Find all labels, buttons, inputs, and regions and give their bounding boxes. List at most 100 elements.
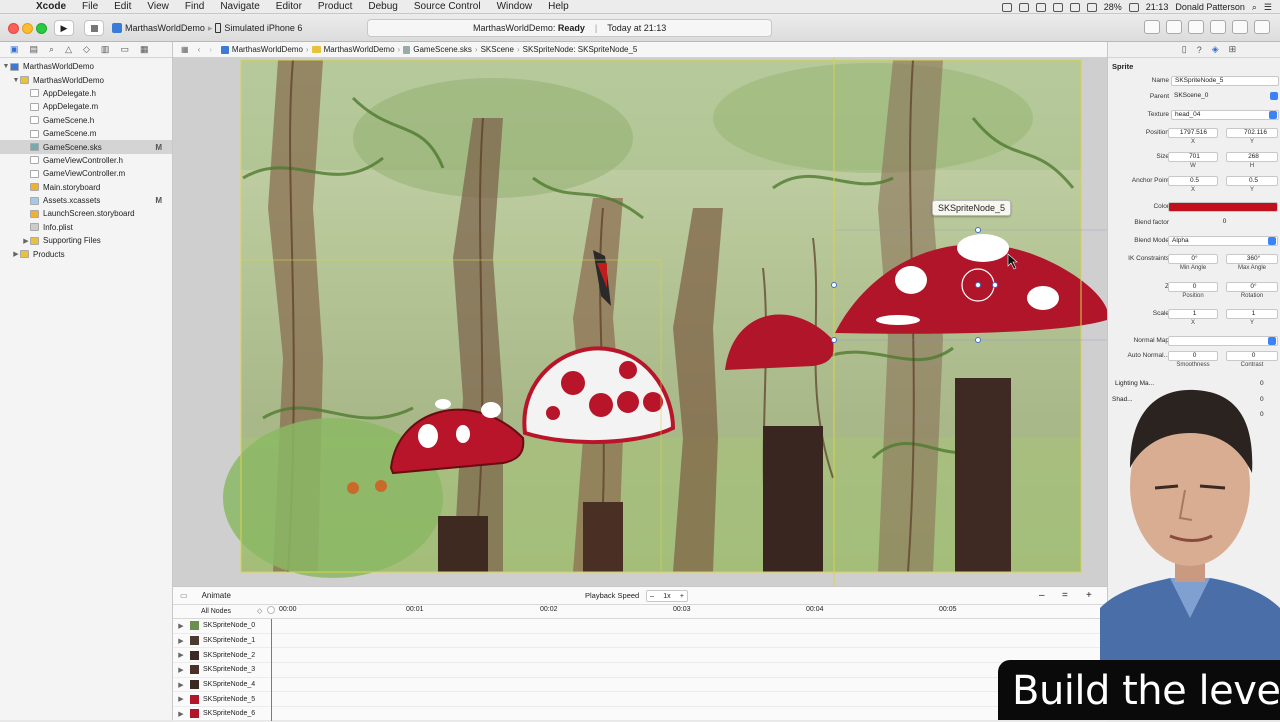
resize-handle-top[interactable] <box>975 227 981 233</box>
screen-icon[interactable] <box>1001 2 1012 12</box>
resize-handle-left[interactable] <box>831 282 837 288</box>
user-name[interactable]: Donald Patterson <box>1175 2 1245 12</box>
timeline-row[interactable]: ▶ SKSpriteNode_2 <box>173 648 1107 664</box>
timeline-row[interactable]: ▶ SKSpriteNode_5 <box>173 692 1107 708</box>
menu-help[interactable]: Help <box>540 1 577 12</box>
menu-navigate[interactable]: Navigate <box>212 1 267 12</box>
disclosure-closed-icon[interactable]: ▶ <box>176 695 186 703</box>
related-items-icon[interactable]: ▦ <box>181 45 189 54</box>
scale-y-field[interactable]: 1 <box>1226 309 1278 319</box>
quick-help-icon[interactable]: ? <box>1197 45 1202 55</box>
folder-icon[interactable]: ▣ <box>10 44 19 55</box>
disclosure-closed-icon[interactable]: ▶ <box>176 637 186 645</box>
wifi-icon[interactable] <box>1069 2 1080 12</box>
name-field[interactable]: SKSpriteNode_5 <box>1171 76 1279 86</box>
navigator-item[interactable]: Info.plist <box>0 221 172 234</box>
disclosure-open-icon[interactable]: ▼ <box>12 77 20 84</box>
menu-source-control[interactable]: Source Control <box>406 1 489 12</box>
navigator-item[interactable]: Assets.xcassets M <box>0 194 172 207</box>
size-w-field[interactable]: 701 <box>1168 152 1218 162</box>
size-h-field[interactable]: 268 <box>1226 152 1278 162</box>
normal-map-field[interactable] <box>1168 336 1278 346</box>
zoom-fit-icon[interactable]: = <box>1062 590 1068 601</box>
assistant-editor-icon[interactable] <box>1166 20 1182 34</box>
menu-edit[interactable]: Edit <box>106 1 139 12</box>
issue-icon[interactable]: △ <box>65 44 72 55</box>
close-window-button[interactable] <box>8 23 19 34</box>
crumb-node[interactable]: SKSpriteNode: SKSpriteNode_5 <box>523 45 638 54</box>
toggle-debug-icon[interactable] <box>1232 20 1248 34</box>
menu-view[interactable]: View <box>139 1 177 12</box>
file-inspector-icon[interactable]: ▯ <box>1182 44 1187 55</box>
forward-icon[interactable]: › <box>209 45 212 54</box>
toggle-utilities-icon[interactable] <box>1254 20 1270 34</box>
menu-editor[interactable]: Editor <box>268 1 310 12</box>
z-rotation-field[interactable]: 0° <box>1226 282 1278 292</box>
disclosure-closed-icon[interactable]: ▶ <box>176 681 186 689</box>
time-machine-icon[interactable] <box>1035 2 1046 12</box>
navigator-item[interactable]: LaunchScreen.storyboard <box>0 207 172 220</box>
test-icon[interactable]: ◇ <box>83 44 90 55</box>
back-icon[interactable]: ‹ <box>198 45 201 54</box>
menu-product[interactable]: Product <box>310 1 360 12</box>
z-position-field[interactable]: 0 <box>1168 282 1218 292</box>
size-inspector-icon[interactable]: ⊞ <box>1229 44 1237 55</box>
menu-find[interactable]: Find <box>177 1 212 12</box>
anchor-y-field[interactable]: 0.5 <box>1226 176 1278 186</box>
blend-mode-popup[interactable]: Alpha <box>1168 236 1278 246</box>
attributes-inspector-icon[interactable]: ◈ <box>1212 44 1219 55</box>
ik-max-field[interactable]: 360° <box>1226 254 1278 264</box>
contrast-field[interactable]: 0 <box>1226 351 1278 361</box>
resize-handle-bottom-left[interactable] <box>831 337 837 343</box>
smoothness-field[interactable]: 0 <box>1168 351 1218 361</box>
scene-editor-canvas[interactable]: SKSpriteNode_5 <box>173 58 1107 586</box>
color-well[interactable] <box>1168 202 1278 212</box>
all-nodes-label[interactable]: All Nodes <box>201 608 231 615</box>
navigator-item[interactable]: GameViewController.m <box>0 167 172 180</box>
timeline-row[interactable]: ▶ SKSpriteNode_4 <box>173 678 1107 693</box>
stop-button[interactable] <box>84 20 104 36</box>
volume-icon[interactable] <box>1086 2 1097 12</box>
report-icon[interactable]: ▦ <box>140 44 149 55</box>
resize-handle-bottom[interactable] <box>975 337 981 343</box>
disclosure-closed-icon[interactable]: ▶ <box>176 666 186 674</box>
blend-factor-slider[interactable]: 0 <box>1168 218 1278 228</box>
navigator-item[interactable]: ▶ Supporting Files <box>0 234 172 247</box>
standard-editor-icon[interactable] <box>1144 20 1160 34</box>
disclosure-closed-icon[interactable]: ▶ <box>176 622 186 630</box>
navigator-item[interactable]: Main.storyboard <box>0 181 172 194</box>
anchor-x-field[interactable]: 0.5 <box>1168 176 1218 186</box>
spotlight-icon[interactable]: ⌕ <box>1252 2 1257 13</box>
battery-icon[interactable] <box>1128 2 1139 12</box>
navigator-item[interactable]: GameScene.m <box>0 127 172 140</box>
timeline-toggle-icon[interactable]: ▭ <box>180 591 188 600</box>
texture-field[interactable]: head_04 <box>1171 110 1279 120</box>
playhead-icon[interactable] <box>267 606 275 614</box>
zoom-in-icon[interactable]: + <box>1086 590 1092 601</box>
bluetooth-icon[interactable] <box>1052 2 1063 12</box>
speed-increment[interactable]: + <box>680 593 684 600</box>
clock[interactable]: 21:13 <box>1146 2 1169 12</box>
menu-app-xcode[interactable]: Xcode <box>28 1 74 12</box>
menu-debug[interactable]: Debug <box>360 1 405 12</box>
battery-percent[interactable]: 28% <box>1104 2 1122 12</box>
debug-icon[interactable]: ▥ <box>101 44 110 55</box>
breakpoint-icon[interactable]: ▭ <box>120 44 129 55</box>
crumb-scene[interactable]: SKScene <box>481 45 514 54</box>
zoom-window-button[interactable] <box>36 23 47 34</box>
disclosure-closed-icon[interactable]: ▶ <box>176 710 186 718</box>
toggle-navigator-icon[interactable] <box>1210 20 1226 34</box>
cloud-icon[interactable] <box>1018 2 1029 12</box>
position-x-field[interactable]: 1797.516 <box>1168 128 1218 138</box>
crumb-project[interactable]: MarthasWorldDemo <box>232 45 303 54</box>
playback-speed-stepper[interactable]: – 1x + <box>646 590 688 602</box>
menu-window[interactable]: Window <box>489 1 541 12</box>
disclosure-open-icon[interactable]: ▼ <box>2 63 10 70</box>
symbol-icon[interactable]: ▤ <box>30 44 39 55</box>
timeline-row[interactable]: ▶ SKSpriteNode_3 <box>173 663 1107 678</box>
menu-file[interactable]: File <box>74 1 106 12</box>
navigator-item[interactable]: GameScene.h <box>0 114 172 127</box>
crumb-group[interactable]: MarthasWorldDemo <box>324 45 395 54</box>
minimize-window-button[interactable] <box>22 23 33 34</box>
notification-center-icon[interactable]: ☰ <box>1264 2 1272 13</box>
